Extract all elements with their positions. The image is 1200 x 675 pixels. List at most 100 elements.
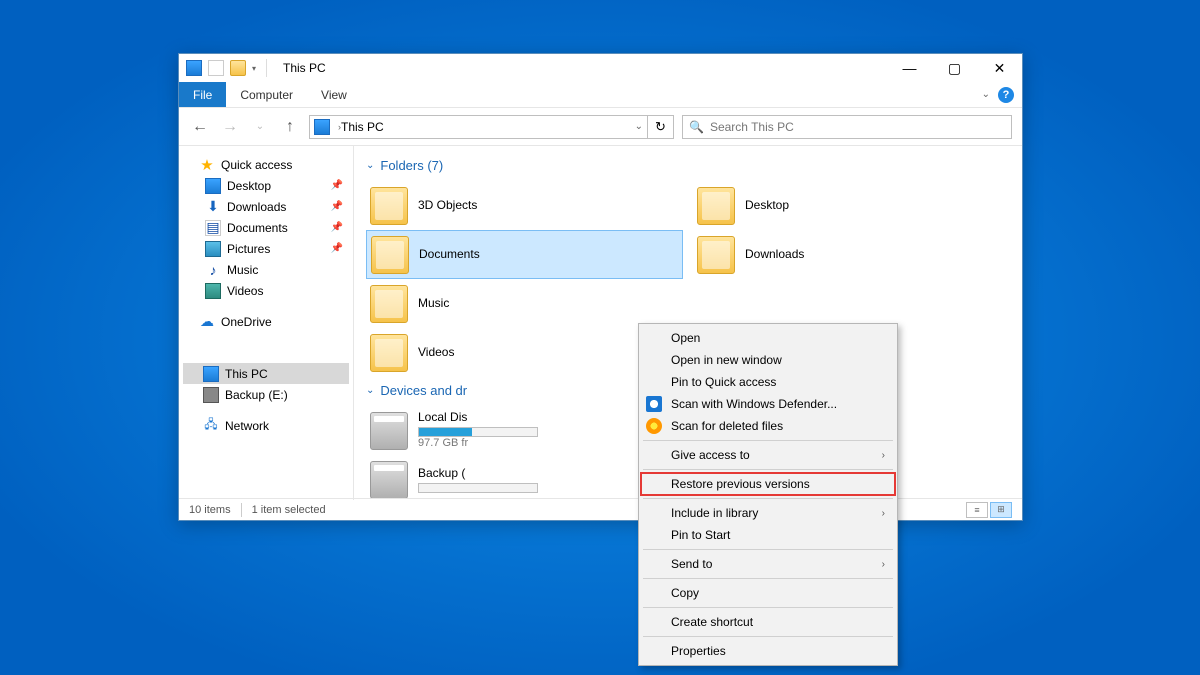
menu-include-in-library[interactable]: Include in library› — [641, 502, 895, 524]
music-icon: ♪ — [205, 262, 221, 278]
ribbon-tabs: File Computer View ⌄ ? — [179, 82, 1022, 108]
tiles-view-button[interactable]: ⊞ — [990, 502, 1012, 518]
tab-file[interactable]: File — [179, 82, 226, 107]
sidebar-item-desktop[interactable]: Desktop📌 — [183, 175, 349, 196]
pin-icon: 📌 — [331, 201, 343, 212]
search-input[interactable]: 🔍 Search This PC — [682, 115, 1012, 139]
back-button[interactable]: ← — [189, 116, 211, 138]
folder-icon — [370, 285, 408, 323]
chevron-right-icon: › — [882, 559, 885, 570]
menu-separator — [643, 549, 893, 550]
shield-icon — [646, 396, 662, 412]
up-button[interactable]: ↑ — [279, 116, 301, 138]
usb-drive-icon — [203, 387, 219, 403]
sparkle-icon — [646, 418, 662, 434]
tab-computer[interactable]: Computer — [226, 82, 307, 107]
titlebar: ▾ This PC — ▢ ✕ — [179, 54, 1022, 82]
menu-properties[interactable]: Properties — [641, 640, 895, 662]
pictures-icon — [205, 241, 221, 257]
folder-downloads[interactable]: Downloads — [693, 230, 1010, 279]
menu-separator — [643, 469, 893, 470]
folder-icon[interactable] — [230, 60, 246, 76]
chevron-down-icon[interactable]: ⌄ — [982, 89, 990, 100]
sidebar-item-documents[interactable]: ▤Documents📌 — [183, 217, 349, 238]
sidebar-item-videos[interactable]: Videos — [183, 280, 349, 301]
drive-icon — [370, 412, 408, 450]
menu-restore-previous-versions[interactable]: Restore previous versions — [641, 473, 895, 495]
folder-desktop[interactable]: Desktop — [693, 181, 1010, 230]
refresh-button[interactable]: ↻ — [648, 115, 674, 139]
address-bar[interactable]: › This PC ⌄ — [309, 115, 648, 139]
menu-copy[interactable]: Copy — [641, 582, 895, 604]
close-button[interactable]: ✕ — [977, 54, 1022, 82]
sidebar-item-downloads[interactable]: ⬇Downloads📌 — [183, 196, 349, 217]
this-pc-icon — [314, 119, 330, 135]
sidebar-item-music[interactable]: ♪Music — [183, 259, 349, 280]
search-placeholder: Search This PC — [710, 120, 794, 134]
menu-pin-quick-access[interactable]: Pin to Quick access — [641, 371, 895, 393]
video-icon — [205, 283, 221, 299]
sidebar-item-backup[interactable]: Backup (E:) — [183, 384, 349, 405]
sidebar-quick-access[interactable]: ★Quick access — [183, 154, 349, 175]
monitor-icon — [203, 366, 219, 382]
status-item-count: 10 items — [189, 504, 231, 516]
usage-bar — [418, 427, 538, 437]
menu-send-to[interactable]: Send to› — [641, 553, 895, 575]
group-header-folders[interactable]: ⌄Folders (7) — [366, 158, 1010, 173]
sidebar-network[interactable]: 🖧Network — [183, 415, 349, 436]
window-title: This PC — [283, 61, 326, 75]
minimize-button[interactable]: — — [887, 54, 932, 82]
sidebar-item-this-pc[interactable]: This PC — [183, 363, 349, 384]
history-dropdown-icon[interactable]: ⌄ — [249, 116, 271, 138]
menu-separator — [643, 636, 893, 637]
tab-view[interactable]: View — [307, 82, 361, 107]
menu-separator — [643, 498, 893, 499]
maximize-button[interactable]: ▢ — [932, 54, 977, 82]
menu-separator — [643, 607, 893, 608]
status-selected-count: 1 item selected — [252, 504, 326, 516]
menu-open[interactable]: Open — [641, 327, 895, 349]
chevron-down-icon: ⌄ — [366, 160, 374, 171]
this-pc-icon — [186, 60, 202, 76]
navigation-pane: ★Quick access Desktop📌 ⬇Downloads📌 ▤Docu… — [179, 146, 354, 500]
menu-scan-defender[interactable]: Scan with Windows Defender... — [641, 393, 895, 415]
menu-open-new-window[interactable]: Open in new window — [641, 349, 895, 371]
folder-icon — [371, 236, 409, 274]
drive-backup[interactable]: Backup ( — [366, 455, 683, 500]
forward-button[interactable]: → — [219, 116, 241, 138]
pin-icon: 📌 — [331, 243, 343, 254]
details-view-button[interactable]: ≡ — [966, 502, 988, 518]
menu-separator — [643, 440, 893, 441]
folder-icon — [370, 187, 408, 225]
search-icon: 🔍 — [689, 120, 704, 134]
chevron-right-icon: › — [882, 508, 885, 519]
separator — [241, 503, 242, 517]
folder-documents[interactable]: Documents — [366, 230, 683, 279]
drive-local-disk[interactable]: Local Dis97.7 GB fr — [366, 406, 683, 455]
menu-separator — [643, 578, 893, 579]
menu-create-shortcut[interactable]: Create shortcut — [641, 611, 895, 633]
view-switcher: ≡ ⊞ — [966, 502, 1012, 518]
quick-access-toolbar: ▾ This PC — [186, 59, 326, 77]
folder-icon — [697, 236, 735, 274]
menu-give-access-to[interactable]: Give access to› — [641, 444, 895, 466]
separator — [266, 59, 267, 77]
folder-music[interactable]: Music — [366, 279, 683, 328]
download-icon: ⬇ — [205, 199, 221, 215]
folder-3d-objects[interactable]: 3D Objects — [366, 181, 683, 230]
menu-pin-to-start[interactable]: Pin to Start — [641, 524, 895, 546]
sidebar-onedrive[interactable]: ☁OneDrive — [183, 311, 349, 332]
pin-icon: 📌 — [331, 222, 343, 233]
address-bar-row: ← → ⌄ ↑ › This PC ⌄ ↻ 🔍 Search This PC — [179, 108, 1022, 146]
sidebar-item-pictures[interactable]: Pictures📌 — [183, 238, 349, 259]
star-icon: ★ — [199, 157, 215, 173]
menu-scan-deleted[interactable]: Scan for deleted files — [641, 415, 895, 437]
qat-dropdown-icon[interactable]: ▾ — [252, 64, 256, 73]
folder-videos[interactable]: Videos — [366, 328, 683, 377]
document-icon[interactable] — [208, 60, 224, 76]
folder-icon — [370, 334, 408, 372]
help-icon[interactable]: ? — [998, 87, 1014, 103]
pin-icon: 📌 — [331, 180, 343, 191]
breadcrumb-this-pc[interactable]: This PC — [341, 120, 384, 134]
address-dropdown-icon[interactable]: ⌄ — [635, 121, 643, 132]
